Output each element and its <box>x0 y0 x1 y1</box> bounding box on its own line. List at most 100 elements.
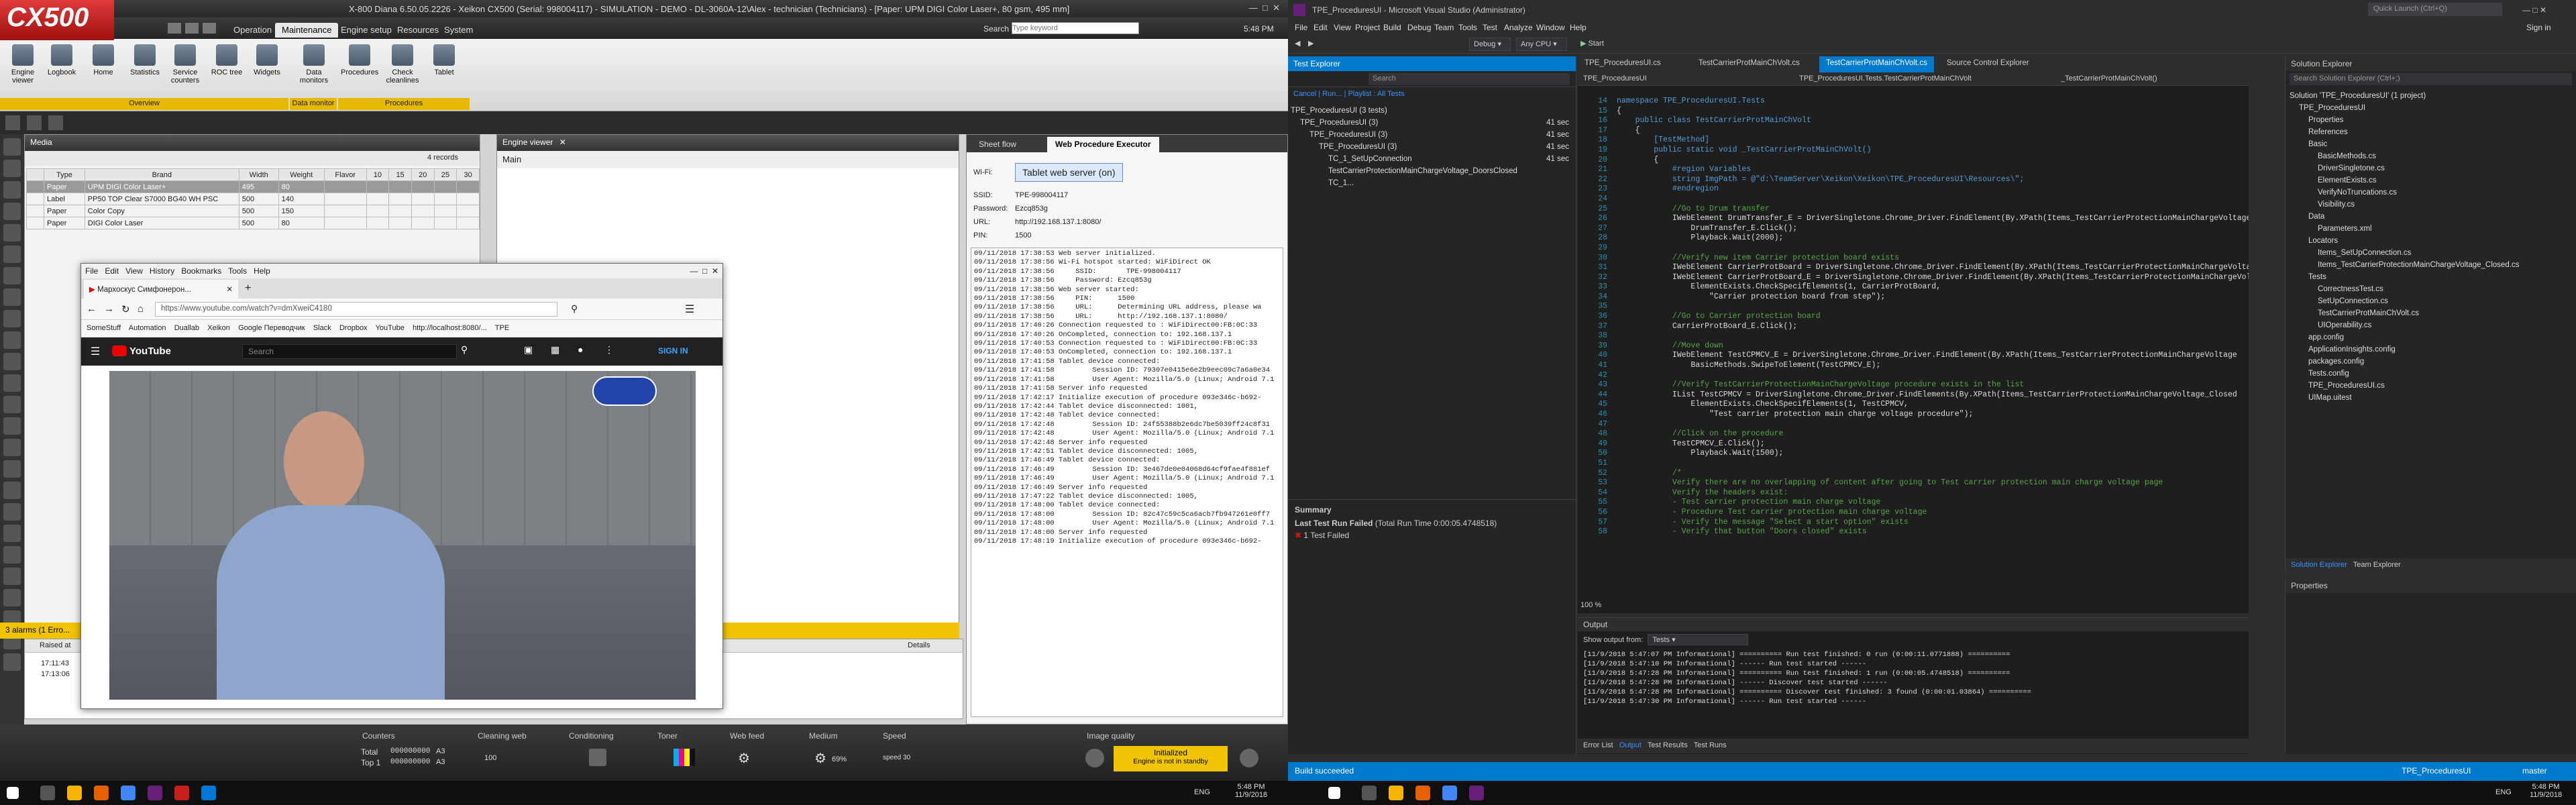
menu-tools[interactable]: Tools <box>228 266 247 276</box>
menu-tools[interactable]: Tools <box>1458 23 1477 32</box>
nav-project-dropdown[interactable]: TPE_ProceduresUI <box>1583 74 1647 83</box>
tool-icon[interactable] <box>3 503 21 521</box>
forward-icon[interactable]: → <box>104 303 114 315</box>
solution-tree-item[interactable]: Locators <box>2290 235 2572 247</box>
menu-test[interactable]: Test <box>1483 23 1497 32</box>
apps-icon[interactable]: ▦ <box>551 344 559 356</box>
taskbar-clock[interactable]: 5:48 PM 11/9/2018 <box>2522 783 2569 799</box>
chrome-icon[interactable] <box>1442 786 1457 800</box>
taskbar-clock[interactable]: 5:48 PM 11/9/2018 <box>1228 783 1275 799</box>
tool-icon[interactable] <box>3 439 21 456</box>
status-project[interactable]: TPE_ProceduresUI <box>2402 766 2471 775</box>
menu-icon[interactable]: ☰ <box>685 303 694 316</box>
search-icon[interactable]: ⚲ <box>461 344 468 356</box>
solution-tree-item[interactable]: VerifyNoTruncations.cs <box>2290 186 2572 199</box>
tool-icon[interactable] <box>3 224 21 241</box>
youtube-logo-icon[interactable] <box>112 345 127 356</box>
bookmark[interactable]: YouTube <box>376 324 405 332</box>
solution-tree-item[interactable]: Visibility.cs <box>2290 199 2572 211</box>
solution-tree-item[interactable]: app.config <box>2290 331 2572 343</box>
test-tree-item[interactable]: TPE_ProceduresUI (3) 41 sec <box>1291 141 1573 153</box>
code-text[interactable]: 14 namespace TPE_ProceduresUI.Tests 15{16 … <box>1578 97 2249 606</box>
tool-icon[interactable] <box>3 589 21 606</box>
nav-member-dropdown[interactable]: _TestCarrierProtMainChVolt() <box>2061 74 2157 83</box>
tool-icon[interactable] <box>3 396 21 413</box>
te-playlist-link[interactable]: Playlist : All Tests <box>1348 90 1405 98</box>
tool-icon[interactable] <box>3 460 21 478</box>
editor-tab[interactable]: Source Control Explorer <box>1940 56 2036 72</box>
menu-help[interactable]: Help <box>1570 23 1587 32</box>
window-controls[interactable]: — □ ✕ <box>2522 5 2546 15</box>
back-icon[interactable]: ← <box>87 303 97 315</box>
tab-test-results[interactable]: Test Results <box>1648 741 1688 749</box>
menu-edit[interactable]: Edit <box>1313 23 1328 32</box>
tab-web-procedure-executor[interactable]: Web Procedure Executor <box>1047 137 1159 152</box>
chrome-icon[interactable] <box>121 786 136 800</box>
firefox-icon[interactable] <box>1415 786 1430 800</box>
tool-icon[interactable] <box>3 310 21 327</box>
solution-tree-item[interactable]: Parameters.xml <box>2290 223 2572 235</box>
youtube-search-input[interactable]: Search <box>242 344 457 359</box>
tab-test-runs[interactable]: Test Runs <box>1694 741 1727 749</box>
te-search-input[interactable]: Search <box>1368 73 1570 85</box>
menu-team[interactable]: Team <box>1434 23 1454 32</box>
widgets-button[interactable]: Widgets <box>248 44 286 76</box>
bookmark[interactable]: http://localhost:8080/... <box>413 324 487 332</box>
tool-icon[interactable] <box>3 288 21 306</box>
tool-icon[interactable] <box>3 653 21 671</box>
toolbar-icon[interactable] <box>48 115 63 130</box>
tool-icon[interactable] <box>3 160 21 177</box>
solution-tree-item[interactable]: Items_TestCarrierProtectionMainChargeVol… <box>2290 259 2572 271</box>
explorer-icon[interactable] <box>1389 786 1403 800</box>
home-button[interactable]: Home <box>85 44 122 76</box>
test-tree-item[interactable]: TPE_ProceduresUI (3) 41 sec <box>1291 117 1573 129</box>
solution-tree-item[interactable]: TestCarrierProtMainChVolt.cs <box>2290 307 2572 319</box>
tool-icon[interactable] <box>3 267 21 284</box>
bookmark[interactable]: SomeStuff <box>87 324 121 332</box>
windows-start-icon[interactable] <box>1328 787 1340 799</box>
tablet-button[interactable]: Tablet <box>425 44 463 76</box>
browser-tab[interactable]: ▶ Мархоскус Симфонерон... ✕ <box>84 280 238 299</box>
chat-icon[interactable]: ● <box>578 344 583 355</box>
solution-tree-item[interactable]: Basic <box>2290 138 2572 150</box>
bookmark[interactable]: TPE <box>495 324 509 332</box>
test-tree-item[interactable]: TC_1_SetUpConnection 41 sec <box>1291 153 1573 165</box>
solution-tree-item[interactable]: packages.config <box>2290 356 2572 368</box>
test-tree-item[interactable]: TPE_ProceduresUI (3) 41 sec <box>1291 129 1573 141</box>
se-search-input[interactable]: Search Solution Explorer (Ctrl+;) <box>2290 73 2572 85</box>
bookmark[interactable]: Xeikon <box>207 324 230 332</box>
table-row[interactable]: Paper DIGI Color Laser 500 80 <box>26 217 480 229</box>
editor-tab[interactable]: TPE_ProceduresUI.cs <box>1578 56 1668 72</box>
menu-build[interactable]: Build <box>1383 23 1401 32</box>
menu-view[interactable]: View <box>1334 23 1351 32</box>
menu-debug[interactable]: Debug <box>1407 23 1431 32</box>
solution-tree-item[interactable]: Items_SetUpConnection.cs <box>2290 247 2572 259</box>
tab-engine-setup[interactable]: Engine setup <box>334 23 398 38</box>
solution-tree-item[interactable]: TPE_ProceduresUI <box>2290 102 2572 114</box>
xeikon-search-input[interactable] <box>1012 22 1139 34</box>
platform-dropdown[interactable]: Any CPU ▾ <box>1516 38 1567 51</box>
menu-file[interactable]: File <box>1295 23 1307 32</box>
solution-tree-item[interactable]: Tests <box>2290 271 2572 283</box>
statistics-button[interactable]: Statistics <box>126 44 164 76</box>
bookmark[interactable]: Google Переводчик <box>238 324 305 332</box>
forward-icon[interactable]: ▶ <box>1308 39 1313 48</box>
menu-edit[interactable]: Edit <box>105 266 119 276</box>
close-icon[interactable]: ✕ <box>559 138 566 147</box>
bookmark[interactable]: Duallab <box>174 324 199 332</box>
windows-start-icon[interactable] <box>7 787 19 799</box>
tool-icon[interactable] <box>3 246 21 263</box>
visual-studio-icon[interactable] <box>1469 786 1484 800</box>
solution-tree-item[interactable]: ApplicationInsights.config <box>2290 343 2572 356</box>
solution-tree-item[interactable]: UIMap.uitest <box>2290 392 2572 404</box>
vs-sign-in[interactable]: Sign in <box>2526 23 2551 32</box>
menu-analyze[interactable]: Analyze <box>1504 23 1533 32</box>
logbook-button[interactable]: Logbook <box>43 44 80 76</box>
explorer-icon[interactable] <box>67 786 82 800</box>
tab-operation[interactable]: Operation <box>227 23 278 38</box>
tool-icon[interactable] <box>3 181 21 199</box>
search-icon[interactable] <box>1362 786 1377 800</box>
tab-output[interactable]: Output <box>1619 741 1642 749</box>
upload-icon[interactable]: ▣ <box>524 344 533 356</box>
roc-tree-button[interactable]: ROC tree <box>208 44 246 76</box>
